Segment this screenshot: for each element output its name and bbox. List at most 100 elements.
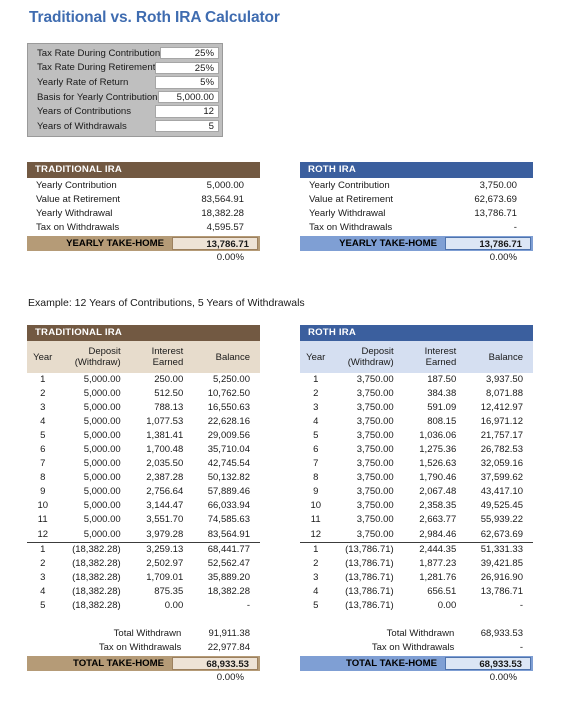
cell-deposit: 5,000.00 (83, 402, 121, 414)
takehome-label: YEARLY TAKE-HOME (66, 238, 164, 249)
cell-year: 5 (40, 599, 46, 611)
cell-year: 4 (40, 585, 46, 597)
cell-interest: 1,281.76 (419, 571, 457, 583)
years-of-withdrawals-input[interactable]: 5 (155, 120, 219, 133)
summary-value: 83,564.91 (201, 193, 244, 205)
table-row: 6 5,000.00 1,700.48 35,710.04 (27, 443, 260, 457)
cell-year: 9 (313, 486, 319, 498)
input-label: Basis for Yearly Contribution (37, 91, 158, 103)
tax-rate-retirement-input[interactable]: 25% (155, 61, 219, 75)
column-header-interest: Interest Earned (130, 341, 192, 373)
cell-year: 3 (40, 571, 46, 583)
cell-balance: 52,562.47 (207, 557, 250, 569)
column-header-balance: Balance (464, 341, 533, 373)
input-row-years-contributions: Years of Contributions 12 (30, 104, 220, 119)
cell-interest: 1,709.01 (146, 571, 184, 583)
cell-year: 2 (313, 388, 319, 400)
basis-yearly-contribution-input[interactable]: 5,000.00 (157, 90, 219, 104)
cell-balance: 43,417.10 (480, 486, 523, 498)
page-title: Traditional vs. Roth IRA Calculator (29, 9, 280, 26)
table-row: 2 (18,382.28) 2,502.97 52,562.47 (27, 557, 260, 571)
cell-year: 5 (313, 430, 319, 442)
cell-interest: 788.13 (154, 402, 184, 414)
cell-deposit: 3,750.00 (356, 402, 394, 414)
cell-balance: 12,412.97 (480, 402, 523, 414)
column-header-line: (Withdraw) (347, 357, 394, 368)
summary-value: 62,673.69 (474, 193, 517, 205)
cell-balance: 35,710.04 (207, 444, 250, 456)
tax-rate-contribution-input[interactable]: 25% (160, 47, 219, 60)
cell-deposit: 3,750.00 (356, 528, 394, 540)
takehome-value: 13,786.71 (172, 236, 258, 251)
total-withdrawn-label: Total Withdrawn (386, 627, 455, 639)
table-row: 12 5,000.00 3,979.28 83,564.91 (27, 528, 260, 543)
column-header-line: (Withdraw) (74, 357, 121, 368)
column-header-line: Year (306, 351, 326, 363)
cell-interest: 1,036.06 (419, 430, 457, 442)
cell-interest: 1,790.46 (419, 472, 457, 484)
years-of-contributions-input[interactable]: 12 (155, 105, 219, 118)
table-row: 2 (13,786.71) 1,877.23 39,421.85 (300, 557, 533, 571)
summary-row: Value at Retirement 62,673.69 (300, 192, 533, 206)
total-takehome-value: 68,933.53 (172, 656, 258, 671)
column-header-balance: Balance (191, 341, 260, 373)
cell-year: 9 (40, 486, 46, 498)
cell-interest: 2,035.50 (146, 458, 184, 470)
summary-value: 18,382.28 (201, 207, 244, 219)
schedule-traditional-percent: 0.00% (216, 672, 244, 684)
cell-balance: 8,071.88 (486, 388, 523, 400)
cell-deposit: 5,000.00 (83, 472, 121, 484)
summary-value: 13,786.71 (474, 207, 517, 219)
cell-interest: 2,387.28 (146, 472, 184, 484)
table-row: 2 5,000.00 512.50 10,762.50 (27, 387, 260, 401)
cell-interest: 1,526.63 (419, 458, 457, 470)
summary-label: Value at Retirement (309, 193, 394, 205)
total-takehome-label: TOTAL TAKE-HOME (346, 658, 437, 670)
takehome-value: 13,786.71 (445, 236, 531, 251)
cell-interest: 591.09 (427, 402, 457, 414)
cell-deposit: 5,000.00 (83, 374, 121, 385)
table-row: 9 3,750.00 2,067.48 43,417.10 (300, 485, 533, 499)
cell-year: 3 (313, 571, 319, 583)
cell-deposit: (13,786.71) (345, 585, 394, 597)
inputs-panel: Tax Rate During Contribution 25% Tax Rat… (27, 43, 223, 137)
cell-interest: 3,979.28 (146, 528, 184, 540)
column-header-line: Earned (152, 357, 184, 368)
cell-deposit: 3,750.00 (356, 458, 394, 470)
cell-balance: 26,916.90 (480, 571, 523, 583)
cell-interest: 3,551.70 (146, 514, 184, 526)
cell-interest: 3,259.13 (130, 541, 192, 557)
cell-deposit: 3,750.00 (356, 388, 394, 400)
table-row: 5 3,750.00 1,036.06 21,757.17 (300, 429, 533, 443)
schedule-column-header-row: Year Deposit (Withdraw) Interest Earned … (300, 341, 533, 373)
summary-value: 5,000.00 (206, 179, 244, 191)
table-row: 9 5,000.00 2,756.64 57,889.46 (27, 485, 260, 499)
table-row: 2 3,750.00 384.38 8,071.88 (300, 387, 533, 401)
table-row: 5 5,000.00 1,381.41 29,009.56 (27, 429, 260, 443)
cell-year: 11 (37, 514, 48, 526)
column-header-year: Year (300, 341, 332, 373)
summary-traditional-header: TRADITIONAL IRA (27, 162, 260, 178)
table-row: 3 (13,786.71) 1,281.76 26,916.90 (300, 571, 533, 585)
column-header-interest: Interest Earned (403, 341, 465, 373)
cell-balance: 29,009.56 (207, 430, 250, 442)
cell-balance: 66,033.94 (207, 500, 250, 512)
total-takehome-label: TOTAL TAKE-HOME (73, 658, 164, 670)
summary-label: Value at Retirement (36, 193, 121, 205)
summary-value: 3,750.00 (479, 179, 517, 191)
cell-year: 10 (37, 500, 49, 512)
summary-row: Yearly Withdrawal 13,786.71 (300, 206, 533, 220)
table-row: 7 3,750.00 1,526.63 32,059.16 (300, 457, 533, 471)
total-withdrawn-value: 68,933.53 (480, 627, 523, 639)
table-row: 3 3,750.00 591.09 12,412.97 (300, 401, 533, 415)
cell-balance: 51,331.33 (464, 541, 533, 557)
cell-interest: 875.35 (154, 585, 184, 597)
cell-balance: 16,971.12 (480, 416, 523, 428)
summary-row: Tax on Withdrawals 4,595.57 (27, 221, 260, 235)
cell-interest: 2,444.35 (403, 541, 465, 557)
yearly-rate-of-return-input[interactable]: 5% (155, 76, 219, 89)
cell-year: 3 (40, 402, 46, 414)
cell-interest: 656.51 (427, 585, 457, 597)
cell-interest: 512.50 (154, 388, 184, 400)
cell-balance: 10,762.50 (207, 388, 250, 400)
